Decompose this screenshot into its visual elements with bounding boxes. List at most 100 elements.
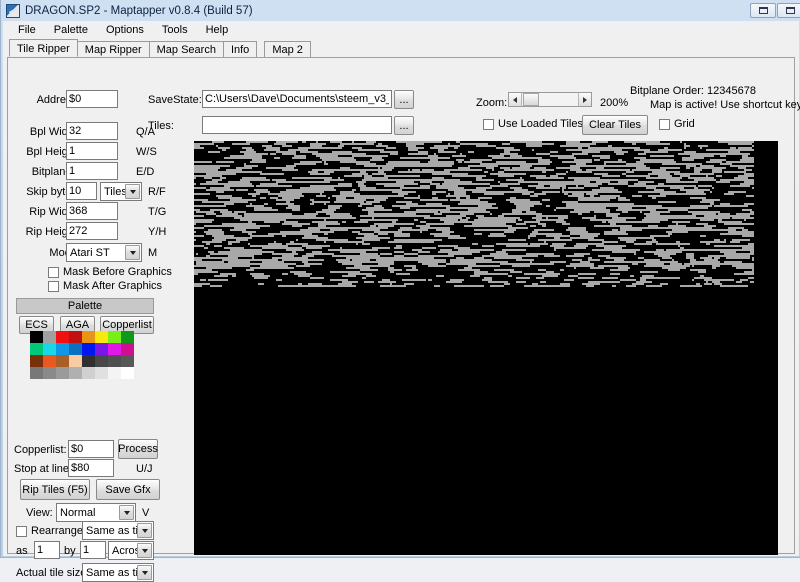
save-gfx-button[interactable]: Save Gfx <box>96 479 160 500</box>
zoom-slider-thumb[interactable] <box>523 93 539 106</box>
scroll-left-arrow-icon[interactable] <box>509 93 522 106</box>
address-input[interactable] <box>66 90 118 108</box>
chevron-down-icon[interactable] <box>137 565 152 580</box>
minimize-button[interactable] <box>750 3 776 18</box>
clear-tiles-button[interactable]: Clear Tiles <box>582 115 648 135</box>
palette-swatch-26[interactable] <box>56 367 69 379</box>
tab-map-2[interactable]: Map 2 <box>264 41 311 57</box>
grid-checkbox[interactable]: Grid <box>659 118 695 130</box>
savestate-browse-button[interactable]: ... <box>394 90 414 109</box>
tiles-browse-button[interactable]: ... <box>394 116 414 135</box>
grid-label: Grid <box>674 118 695 130</box>
process-button[interactable]: Process <box>118 439 158 459</box>
palette-swatch-11[interactable] <box>69 343 82 355</box>
palette-swatch-6[interactable] <box>108 331 121 343</box>
view-shortcut: V <box>142 507 150 519</box>
palette-swatch-4[interactable] <box>82 331 95 343</box>
palette-swatch-13[interactable] <box>95 343 108 355</box>
bpl-width-input[interactable] <box>66 122 118 140</box>
palette-swatch-3[interactable] <box>69 331 82 343</box>
palette-swatch-9[interactable] <box>43 343 56 355</box>
view-combo[interactable]: Normal <box>56 503 136 522</box>
chevron-down-icon[interactable] <box>119 505 134 520</box>
palette-swatch-30[interactable] <box>108 367 121 379</box>
palette-swatch-1[interactable] <box>43 331 56 343</box>
menu-tools[interactable]: Tools <box>153 23 197 37</box>
rip-width-input[interactable] <box>66 202 118 220</box>
skip-bytes-input[interactable] <box>66 182 97 200</box>
menu-file[interactable]: File <box>9 23 45 37</box>
checkbox-box <box>48 280 59 292</box>
palette-swatch-21[interactable] <box>95 355 108 367</box>
tab-tile-ripper[interactable]: Tile Ripper <box>9 39 78 57</box>
rearrange-direction-combo[interactable]: Across <box>108 541 154 560</box>
chevron-down-icon[interactable] <box>125 245 140 260</box>
scroll-right-arrow-icon[interactable] <box>578 93 591 106</box>
stop-at-line-label: Stop at line:: <box>14 463 76 475</box>
palette-swatch-16[interactable] <box>30 355 43 367</box>
mask-after-graphics-label: Mask After Graphics <box>63 280 163 292</box>
mode-combo[interactable]: Atari ST <box>66 243 142 262</box>
palette-swatch-22[interactable] <box>108 355 121 367</box>
tab-info[interactable]: Info <box>222 41 258 57</box>
palette-swatch-0[interactable] <box>30 331 43 343</box>
tiles-input[interactable] <box>202 116 392 134</box>
stop-at-line-input[interactable] <box>68 459 114 477</box>
copperlist-input[interactable] <box>68 440 114 458</box>
menu-palette[interactable]: Palette <box>45 23 97 37</box>
palette-swatch-19[interactable] <box>69 355 82 367</box>
menu-help[interactable]: Help <box>197 23 238 37</box>
palette-swatch-7[interactable] <box>121 331 134 343</box>
rip-height-input[interactable] <box>66 222 118 240</box>
graphics-preview-canvas[interactable] <box>194 141 778 555</box>
rearrange-as-input[interactable] <box>34 541 60 559</box>
tab-map-ripper[interactable]: Map Ripper <box>76 41 150 57</box>
savestate-input[interactable] <box>202 90 392 108</box>
tab-strip: Tile Ripper Map Ripper Map Search Info M… <box>9 39 311 57</box>
actual-tile-size-combo[interactable]: Same as tiles <box>82 563 154 582</box>
palette-swatch-18[interactable] <box>56 355 69 367</box>
tab-map-search[interactable]: Map Search <box>148 41 224 57</box>
rearrange-by-input[interactable] <box>80 541 106 559</box>
palette-swatch-8[interactable] <box>30 343 43 355</box>
palette-swatches[interactable] <box>30 331 134 379</box>
palette-swatch-15[interactable] <box>121 343 134 355</box>
mask-before-graphics-checkbox[interactable]: Mask Before Graphics <box>48 266 172 278</box>
rearrange-checkbox[interactable]: Rearrange <box>16 525 83 537</box>
bpl-height-input[interactable] <box>66 142 118 160</box>
mask-after-graphics-checkbox[interactable]: Mask After Graphics <box>48 280 162 292</box>
palette-swatch-10[interactable] <box>56 343 69 355</box>
chevron-down-icon[interactable] <box>125 184 140 199</box>
mask-before-graphics-label: Mask Before Graphics <box>63 266 172 278</box>
palette-swatch-27[interactable] <box>69 367 82 379</box>
palette-swatch-31[interactable] <box>121 367 134 379</box>
palette-swatch-25[interactable] <box>43 367 56 379</box>
palette-swatch-28[interactable] <box>82 367 95 379</box>
palette-swatch-29[interactable] <box>95 367 108 379</box>
checkbox-box <box>659 118 670 130</box>
bitplanes-input[interactable] <box>66 162 118 180</box>
title-bar: DRAGON.SP2 - Maptapper v0.8.4 (Build 57) <box>1 0 800 21</box>
use-loaded-tiles-checkbox[interactable]: Use Loaded Tiles <box>483 118 583 130</box>
palette-swatch-2[interactable] <box>56 331 69 343</box>
rip-tiles-button[interactable]: Rip Tiles (F5) <box>20 479 90 500</box>
palette-swatch-17[interactable] <box>43 355 56 367</box>
palette-swatch-24[interactable] <box>30 367 43 379</box>
palette-swatch-20[interactable] <box>82 355 95 367</box>
skip-bytes-unit-combo[interactable]: Tiles <box>100 182 142 201</box>
zoom-value: 200% <box>600 97 629 109</box>
chevron-down-icon[interactable] <box>137 543 152 558</box>
chevron-down-icon[interactable] <box>137 523 152 538</box>
zoom-scrollbar[interactable] <box>508 92 592 107</box>
graphics-preview[interactable] <box>194 141 778 555</box>
palette-swatch-23[interactable] <box>121 355 134 367</box>
skip-bytes-unit-value: Tiles <box>104 185 127 198</box>
palette-swatch-12[interactable] <box>82 343 95 355</box>
rearrange-mode-combo[interactable]: Same as tiles <box>82 521 154 540</box>
palette-swatch-14[interactable] <box>108 343 121 355</box>
bpl-height-shortcut: W/S <box>136 146 157 158</box>
menu-options[interactable]: Options <box>97 23 153 37</box>
palette-swatch-5[interactable] <box>95 331 108 343</box>
maximize-button[interactable] <box>777 3 800 18</box>
application-window: DRAGON.SP2 - Maptapper v0.8.4 (Build 57)… <box>0 0 800 582</box>
